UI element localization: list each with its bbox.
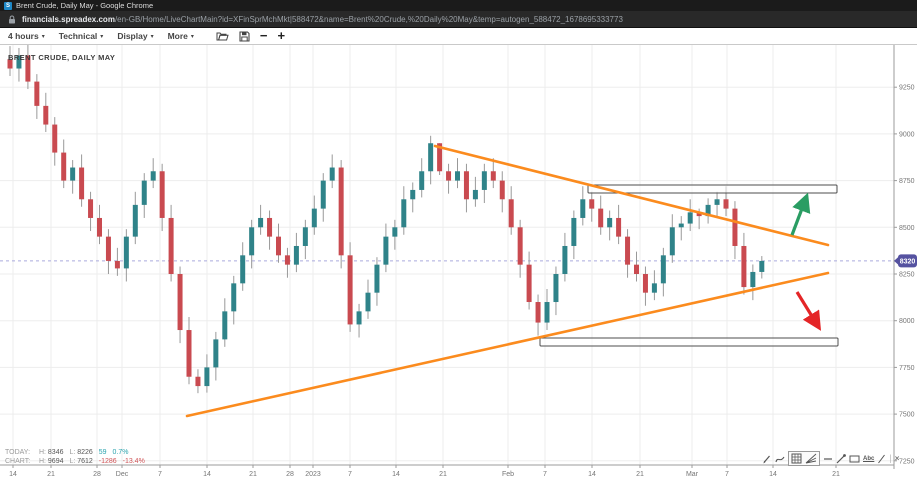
candlestick-chart-canvas[interactable]: 9250 9000 8750 8500 8250 8000 7750 7500 7250 14 21… bbox=[0, 45, 917, 483]
price-axis-label: 9250 bbox=[899, 85, 915, 92]
menu-technical-label: Technical bbox=[59, 31, 98, 41]
drawing-toolbar: Abc | × bbox=[762, 451, 899, 466]
horizontal-line-tool-icon[interactable] bbox=[823, 454, 833, 464]
session-stats: TODAY: H: 8346 L: 8226 59 0.7% CHART: H:… bbox=[5, 448, 149, 466]
browser-titlebar: S Brent Crude, Daily May - Google Chrome bbox=[0, 0, 917, 11]
trendline[interactable] bbox=[435, 146, 828, 245]
price-axis-label: 8750 bbox=[899, 178, 915, 185]
time-axis-label: Dec bbox=[116, 471, 129, 478]
url-bar[interactable]: financials.spreadex.com/en-GB/Home/LiveC… bbox=[0, 11, 917, 28]
chevron-down-icon: ▾ bbox=[100, 33, 103, 40]
time-axis-label: 14 bbox=[392, 471, 400, 478]
time-axis-label: Feb bbox=[502, 471, 514, 478]
menu-display-label: Display bbox=[117, 31, 147, 41]
menu-more[interactable]: More ▾ bbox=[168, 31, 194, 41]
time-axis-label: 14 bbox=[588, 471, 596, 478]
time-axis-label: 2023 bbox=[305, 471, 321, 478]
fan-lines-tool-icon[interactable] bbox=[805, 453, 817, 464]
price-axis-label: 7750 bbox=[899, 365, 915, 372]
time-axis-label: 21 bbox=[832, 471, 840, 478]
chart-high: 9694 bbox=[48, 458, 64, 465]
price-axis-label: 8500 bbox=[899, 225, 915, 232]
time-axis-label: 21 bbox=[47, 471, 55, 478]
current-price-badge: 8320 bbox=[894, 254, 917, 267]
price-zone-rectangle[interactable] bbox=[588, 185, 837, 193]
save-icon[interactable] bbox=[239, 31, 250, 42]
close-icon[interactable]: × bbox=[895, 454, 900, 463]
price-axis-label: 9000 bbox=[899, 131, 915, 138]
price-axis-label: 7500 bbox=[899, 412, 915, 419]
chart-toolbar: 4 hours ▾ Technical ▾ Display ▾ More ▾ −… bbox=[0, 28, 917, 45]
chart-stats-row: CHART: H: 9694 L: 7612 -1286 -13.4% bbox=[5, 457, 149, 466]
menu-timeframe[interactable]: 4 hours ▾ bbox=[8, 31, 45, 41]
menu-timeframe-label: 4 hours bbox=[8, 31, 39, 41]
price-axis-label: 8250 bbox=[899, 272, 915, 279]
url-domain: financials.spreadex.com bbox=[22, 15, 115, 24]
time-axis-label: 28 bbox=[286, 471, 294, 478]
time-axis-label: 7 bbox=[348, 471, 352, 478]
selected-tool-group bbox=[788, 451, 820, 466]
open-folder-icon[interactable] bbox=[216, 31, 229, 41]
axes: 9250 9000 8750 8500 8250 8000 7750 7500 7250 14 21… bbox=[0, 45, 915, 478]
url-path: /en-GB/Home/LiveChartMain?id=XFinSprMchM… bbox=[115, 15, 623, 24]
menu-technical[interactable]: Technical ▾ bbox=[59, 31, 104, 41]
time-axis-label: 7 bbox=[158, 471, 162, 478]
text-tool-icon[interactable]: Abc bbox=[863, 456, 874, 462]
line-tool-icon[interactable] bbox=[877, 454, 886, 464]
rectangle-tool-icon[interactable] bbox=[849, 454, 860, 464]
time-axis-label: 14 bbox=[769, 471, 777, 478]
menu-display[interactable]: Display ▾ bbox=[117, 31, 153, 41]
price-axis-label: 8000 bbox=[899, 318, 915, 325]
menu-more-label: More bbox=[168, 31, 188, 41]
curve-tool-icon[interactable] bbox=[775, 454, 785, 464]
trendline-tool-icon[interactable] bbox=[836, 454, 846, 464]
toolbar-divider: | bbox=[889, 454, 891, 463]
svg-text:8320: 8320 bbox=[900, 258, 916, 265]
pen-tool-icon[interactable] bbox=[762, 454, 772, 464]
window-title: Brent Crude, Daily May - Google Chrome bbox=[16, 1, 153, 10]
chart-area[interactable]: BRENT CRUDE, DAILY MAY 9250 9000 8750 8500 8… bbox=[0, 45, 917, 483]
zoom-in-button[interactable]: + bbox=[278, 31, 286, 41]
spreadex-favicon: S bbox=[4, 2, 12, 10]
chevron-down-icon: ▾ bbox=[191, 33, 194, 40]
chevron-down-icon: ▾ bbox=[151, 33, 154, 40]
address-text[interactable]: financials.spreadex.com/en-GB/Home/LiveC… bbox=[22, 15, 623, 24]
time-axis-label: 14 bbox=[9, 471, 17, 478]
time-axis-label: 21 bbox=[249, 471, 257, 478]
time-axis-label: 7 bbox=[725, 471, 729, 478]
lock-icon bbox=[8, 15, 16, 24]
time-axis-label: 14 bbox=[203, 471, 211, 478]
time-axis-label: 28 bbox=[93, 471, 101, 478]
chart-change: -1286 bbox=[99, 458, 117, 465]
chart-change-pct: -13.4% bbox=[123, 458, 145, 465]
price-zone-rectangle[interactable] bbox=[540, 338, 838, 346]
time-axis-label: Mar bbox=[686, 471, 699, 478]
today-stats-row: TODAY: H: 8346 L: 8226 59 0.7% bbox=[5, 448, 149, 457]
green-arrow-annotation[interactable] bbox=[792, 198, 806, 235]
today-high: 8346 bbox=[48, 449, 64, 456]
grid-tool-icon[interactable] bbox=[791, 453, 802, 464]
today-low: 8226 bbox=[77, 449, 93, 456]
chart-low: 7612 bbox=[77, 458, 93, 465]
chart-symbol-label: BRENT CRUDE, DAILY MAY bbox=[8, 53, 115, 62]
time-axis-label: 7 bbox=[543, 471, 547, 478]
time-axis-label: 21 bbox=[636, 471, 644, 478]
price-axis-label: 7250 bbox=[899, 458, 915, 465]
today-change-pct: 0.7% bbox=[113, 449, 129, 456]
today-change: 59 bbox=[99, 449, 107, 456]
time-axis-label: 21 bbox=[439, 471, 447, 478]
gridlines bbox=[0, 45, 894, 465]
chevron-down-icon: ▾ bbox=[42, 33, 45, 40]
zoom-out-button[interactable]: − bbox=[260, 31, 268, 41]
